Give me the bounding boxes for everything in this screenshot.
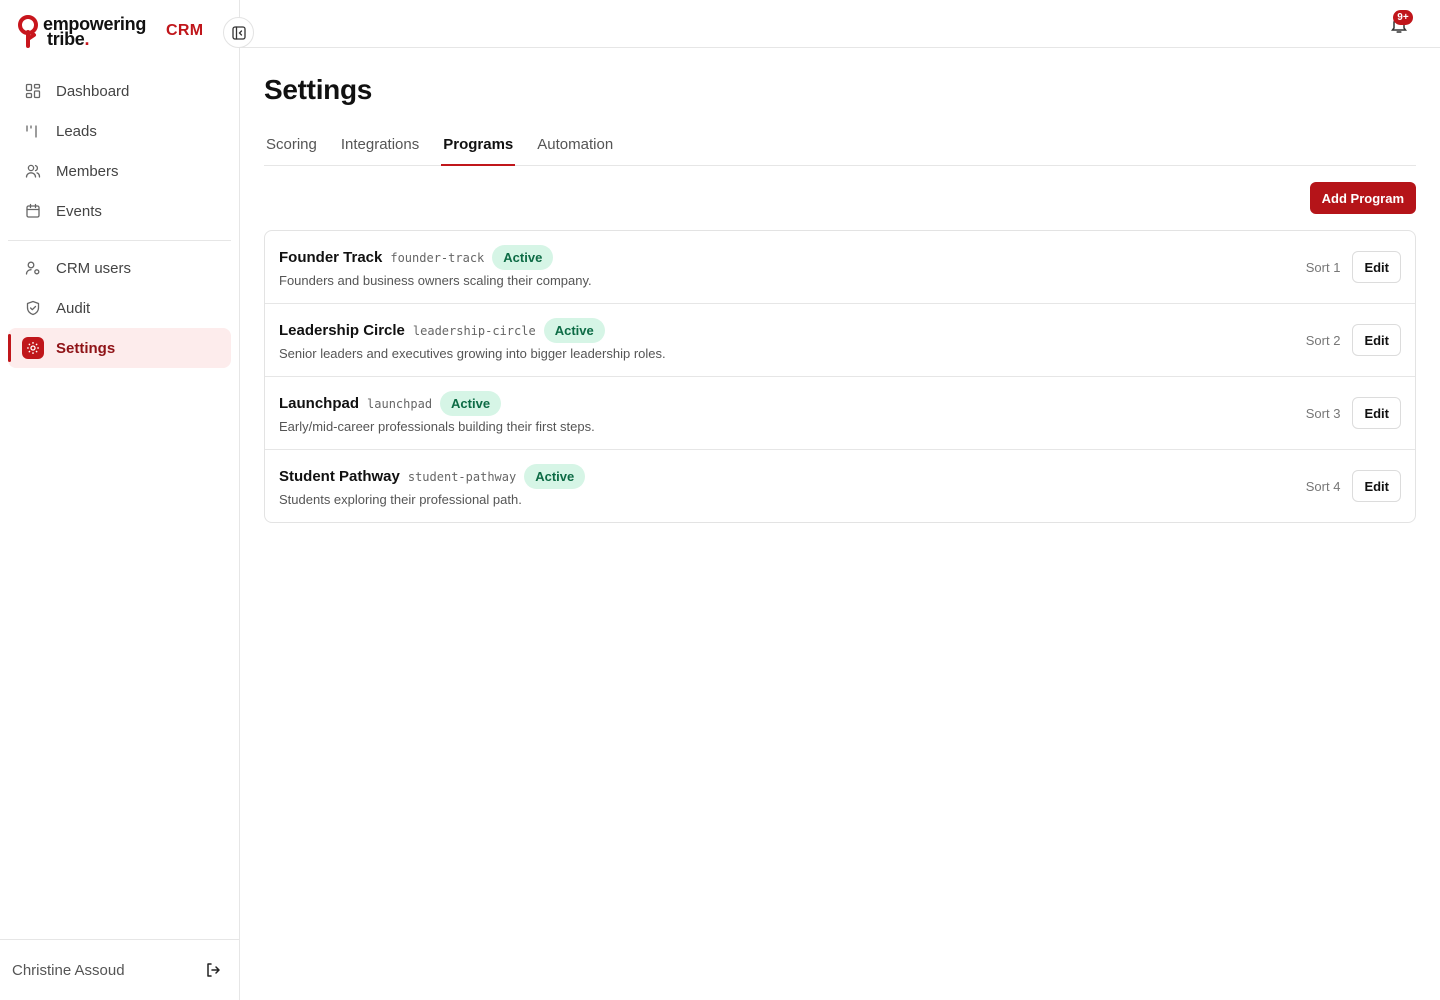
program-name: Founder Track bbox=[279, 249, 383, 266]
sidebar-item-audit[interactable]: Audit bbox=[8, 288, 231, 328]
sidebar-toggle-icon bbox=[231, 25, 246, 40]
program-name: Student Pathway bbox=[279, 468, 400, 485]
sidebar-item-settings[interactable]: Settings bbox=[8, 328, 231, 368]
shield-icon bbox=[24, 299, 42, 317]
leads-icon bbox=[24, 122, 42, 140]
brand-logo-icon bbox=[18, 15, 40, 49]
sidebar-divider bbox=[8, 240, 231, 241]
program-slug: student-pathway bbox=[407, 469, 517, 484]
page-title: Settings bbox=[264, 74, 373, 105]
brand-logo[interactable]: empowering tribe. bbox=[18, 14, 146, 50]
gear-icon bbox=[22, 337, 44, 359]
program-description: Students exploring their professional pa… bbox=[279, 492, 522, 507]
sidebar-item-label: CRM users bbox=[56, 259, 132, 277]
sidebar-item-crm-users[interactable]: CRM users bbox=[8, 248, 231, 288]
sidebar-item-label: Audit bbox=[56, 299, 91, 317]
members-icon bbox=[24, 162, 42, 180]
program-row: Student Pathway student-pathway Active S… bbox=[265, 450, 1415, 522]
tab-scoring[interactable]: Scoring bbox=[264, 124, 319, 164]
tab-integrations[interactable]: Integrations bbox=[339, 124, 421, 164]
settings-tabs: Scoring Integrations Programs Automation bbox=[264, 126, 1416, 166]
tab-programs[interactable]: Programs bbox=[441, 124, 516, 166]
program-name: Launchpad bbox=[279, 395, 360, 412]
edit-program-button[interactable]: Edit bbox=[1352, 397, 1401, 429]
sidebar-item-members[interactable]: Members bbox=[8, 151, 231, 191]
brand-wordmark: empowering tribe. bbox=[43, 15, 146, 49]
sidebar-item-label: Dashboard bbox=[56, 82, 130, 100]
program-sort: Sort 4 bbox=[1305, 478, 1341, 494]
edit-program-button[interactable]: Edit bbox=[1352, 324, 1401, 356]
sidebar-item-events[interactable]: Events bbox=[8, 191, 231, 231]
status-badge: Active bbox=[440, 391, 502, 416]
program-row: Leadership Circle leadership-circle Acti… bbox=[265, 304, 1415, 377]
program-slug: founder-track bbox=[390, 250, 485, 265]
sidebar-item-dashboard[interactable]: Dashboard bbox=[8, 71, 231, 111]
brand-line-2: tribe. bbox=[47, 29, 90, 49]
user-name: Christine Assoud bbox=[12, 961, 125, 979]
program-sort: Sort 3 bbox=[1305, 405, 1341, 421]
user-settings-icon bbox=[24, 259, 42, 277]
program-slug: leadership-circle bbox=[412, 323, 536, 338]
programs-list: Founder Track founder-track Active Found… bbox=[264, 230, 1416, 523]
notification-badge: 9+ bbox=[1393, 10, 1413, 25]
sidebar-item-label: Leads bbox=[56, 122, 97, 140]
sidebar-item-leads[interactable]: Leads bbox=[8, 111, 231, 151]
program-description: Senior leaders and executives growing in… bbox=[279, 346, 666, 361]
logout-icon[interactable] bbox=[203, 960, 223, 980]
calendar-icon bbox=[24, 202, 42, 220]
status-badge: Active bbox=[524, 464, 586, 489]
sidebar-item-label: Members bbox=[56, 162, 119, 180]
tab-automation[interactable]: Automation bbox=[535, 124, 615, 164]
status-badge: Active bbox=[543, 318, 605, 343]
program-sort: Sort 1 bbox=[1305, 259, 1341, 275]
program-description: Early/mid-career professionals building … bbox=[279, 419, 595, 434]
top-bar: 9+ bbox=[240, 0, 1440, 48]
program-row: Launchpad launchpad Active Early/mid-car… bbox=[265, 377, 1415, 450]
program-name: Leadership Circle bbox=[279, 322, 405, 339]
program-slug: launchpad bbox=[367, 396, 433, 411]
edit-program-button[interactable]: Edit bbox=[1352, 470, 1401, 502]
program-row: Founder Track founder-track Active Found… bbox=[265, 231, 1415, 304]
collapse-sidebar-button[interactable] bbox=[223, 17, 254, 48]
sidebar-item-label: Settings bbox=[56, 339, 116, 357]
sidebar: empowering tribe. CRM Dashboard Leads Me… bbox=[0, 0, 240, 1000]
sidebar-item-label: Events bbox=[56, 202, 102, 220]
status-badge: Active bbox=[492, 245, 554, 270]
program-sort: Sort 2 bbox=[1305, 332, 1341, 348]
user-bar: Christine Assoud bbox=[0, 939, 239, 1000]
dashboard-icon bbox=[24, 82, 42, 100]
add-program-button[interactable]: Add Program bbox=[1309, 182, 1416, 214]
primary-nav: Dashboard Leads Members Events bbox=[8, 71, 231, 231]
edit-program-button[interactable]: Edit bbox=[1352, 251, 1401, 283]
program-description: Founders and business owners scaling the… bbox=[279, 273, 592, 288]
secondary-nav: CRM users Audit Settings bbox=[8, 248, 231, 368]
app-label: CRM bbox=[166, 22, 204, 39]
